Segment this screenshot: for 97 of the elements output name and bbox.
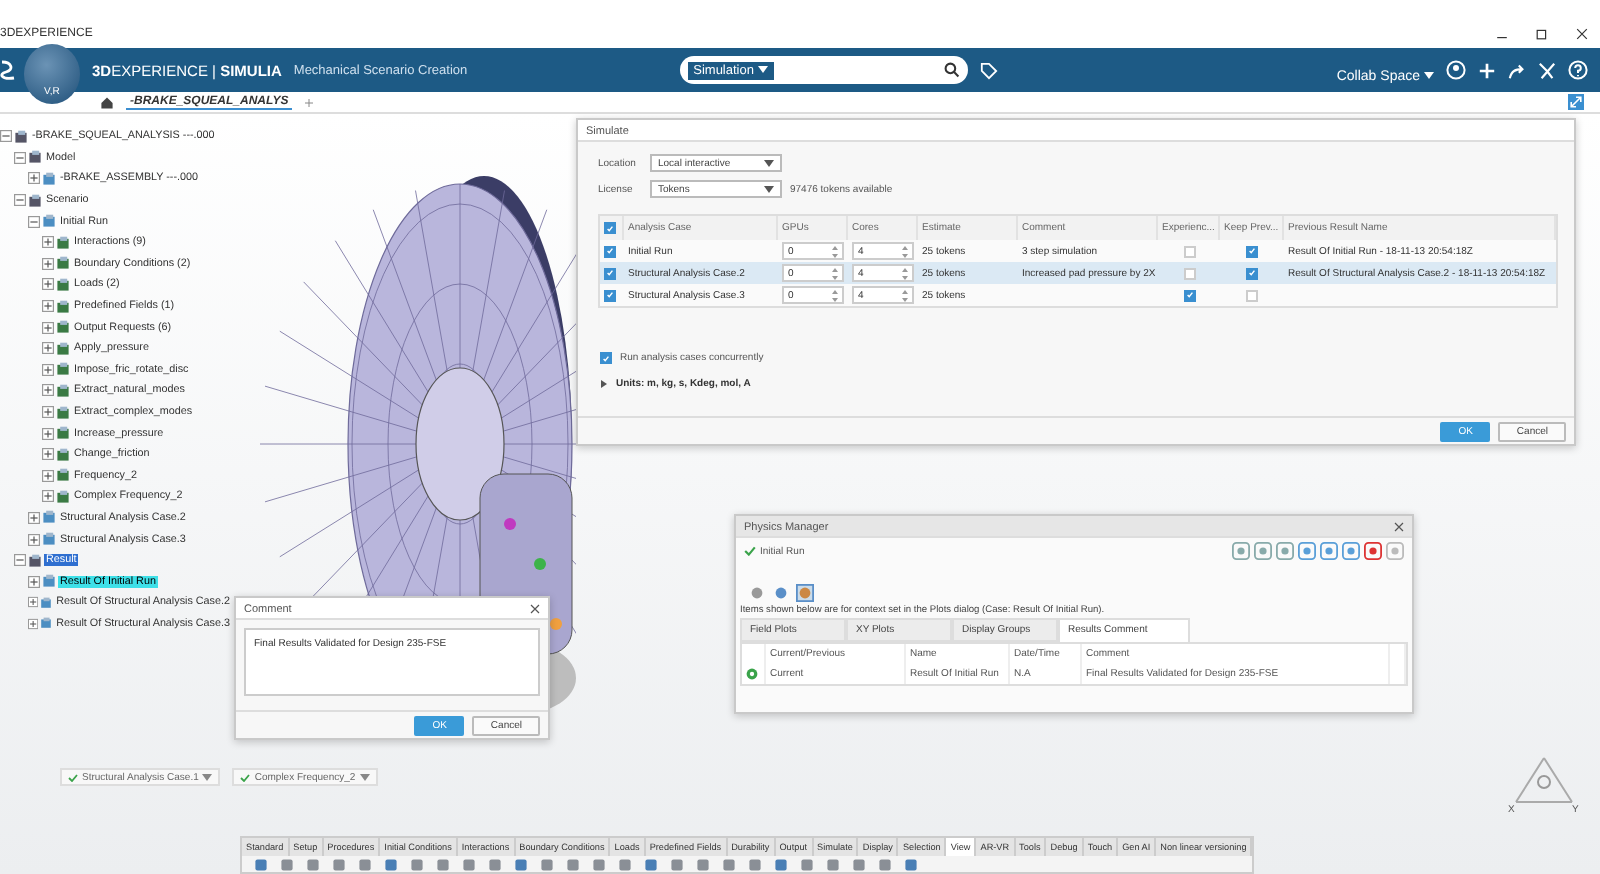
expand-icon[interactable] bbox=[42, 363, 54, 376]
expand-icon[interactable] bbox=[28, 533, 40, 546]
close-icon[interactable] bbox=[530, 604, 540, 614]
expand-icon[interactable] bbox=[28, 511, 40, 524]
node-icon bbox=[56, 426, 70, 441]
node-icon bbox=[56, 405, 70, 420]
tag-icon[interactable] bbox=[979, 61, 998, 79]
spinner-arrows-icon[interactable] bbox=[902, 267, 908, 279]
node-icon bbox=[42, 532, 56, 547]
expand-icon[interactable] bbox=[42, 257, 54, 270]
toolbar-icon[interactable] bbox=[1364, 542, 1382, 560]
expand-icon[interactable] bbox=[600, 380, 608, 388]
spinner-arrows-icon[interactable] bbox=[832, 289, 838, 301]
close-icon[interactable] bbox=[1576, 28, 1588, 40]
node-icon bbox=[56, 341, 70, 356]
caret-icon bbox=[764, 185, 774, 193]
caret-icon bbox=[202, 773, 213, 781]
expand-icon[interactable] bbox=[42, 278, 54, 291]
node-icon bbox=[40, 616, 53, 631]
expand-icon[interactable] bbox=[42, 321, 54, 334]
caret-icon bbox=[764, 159, 774, 167]
restore-icon[interactable] bbox=[1536, 28, 1548, 40]
search-icon[interactable] bbox=[943, 62, 960, 78]
close-icon[interactable] bbox=[1394, 522, 1404, 532]
node-icon bbox=[42, 171, 56, 186]
caret-icon bbox=[359, 773, 370, 781]
node-icon bbox=[42, 214, 56, 229]
expand-icon[interactable] bbox=[42, 427, 54, 440]
checkmark-icon bbox=[744, 546, 756, 556]
checkbox[interactable] bbox=[604, 267, 616, 279]
toolbar-icon[interactable] bbox=[1298, 542, 1316, 560]
help-icon[interactable] bbox=[1568, 60, 1588, 80]
toolbar-icon[interactable] bbox=[1342, 542, 1360, 560]
spinner-arrows-icon[interactable] bbox=[902, 245, 908, 257]
view-icon[interactable] bbox=[796, 584, 814, 602]
node-icon bbox=[56, 383, 70, 398]
toolbar-icon[interactable] bbox=[1232, 542, 1250, 560]
node-icon bbox=[42, 574, 56, 589]
checkbox[interactable] bbox=[604, 289, 616, 301]
node-icon bbox=[56, 320, 70, 335]
toolbar-icon[interactable] bbox=[1254, 542, 1272, 560]
node-icon bbox=[56, 447, 70, 462]
caret-icon bbox=[757, 66, 768, 74]
expand-icon[interactable] bbox=[42, 342, 54, 355]
expand-icon[interactable] bbox=[28, 596, 39, 609]
node-icon bbox=[28, 553, 42, 568]
collapse-icon[interactable] bbox=[14, 151, 26, 164]
node-icon bbox=[56, 362, 70, 377]
spinner-arrows-icon[interactable] bbox=[832, 245, 838, 257]
collapse-icon[interactable] bbox=[0, 130, 12, 143]
node-icon bbox=[40, 595, 53, 610]
tools-icon[interactable] bbox=[1538, 61, 1556, 79]
collapse-icon[interactable] bbox=[28, 215, 40, 228]
fullscreen-icon[interactable] bbox=[1568, 94, 1584, 110]
spinner-arrows-icon[interactable] bbox=[832, 267, 838, 279]
collapse-icon[interactable] bbox=[14, 194, 26, 207]
toolbar-icon[interactable] bbox=[1276, 542, 1294, 560]
expand-icon[interactable] bbox=[42, 236, 54, 249]
node-icon bbox=[56, 277, 70, 292]
expand-icon[interactable] bbox=[42, 406, 54, 419]
node-icon bbox=[56, 235, 70, 250]
toolbar-icon[interactable] bbox=[1320, 542, 1338, 560]
node-icon bbox=[14, 129, 28, 144]
caret-icon bbox=[1424, 72, 1434, 80]
checkbox[interactable] bbox=[604, 222, 616, 234]
spinner-arrows-icon[interactable] bbox=[902, 289, 908, 301]
checkmark-icon bbox=[68, 773, 78, 781]
node-icon bbox=[42, 510, 56, 525]
checkbox[interactable] bbox=[1246, 289, 1258, 301]
expand-icon[interactable] bbox=[42, 384, 54, 397]
checkbox[interactable] bbox=[1183, 245, 1195, 257]
node-icon bbox=[28, 193, 42, 208]
expand-icon[interactable] bbox=[42, 300, 54, 313]
node-icon bbox=[56, 256, 70, 271]
checkbox[interactable] bbox=[1183, 267, 1195, 279]
node-icon bbox=[56, 489, 70, 504]
logo-icon bbox=[0, 58, 20, 82]
node-icon bbox=[56, 299, 70, 314]
toolbar-icon[interactable] bbox=[1386, 542, 1404, 560]
expand-icon[interactable] bbox=[28, 617, 39, 630]
checkbox[interactable] bbox=[1246, 267, 1258, 279]
node-icon bbox=[56, 468, 70, 483]
checkbox[interactable] bbox=[604, 245, 616, 257]
share-icon[interactable] bbox=[1508, 61, 1526, 79]
checkmark-icon bbox=[240, 773, 251, 781]
checkbox[interactable] bbox=[600, 352, 612, 364]
collapse-icon[interactable] bbox=[14, 554, 26, 567]
expand-icon[interactable] bbox=[28, 172, 40, 185]
status-dot-icon bbox=[746, 668, 758, 680]
checkbox[interactable] bbox=[1183, 289, 1195, 301]
expand-icon[interactable] bbox=[42, 490, 54, 503]
checkbox[interactable] bbox=[1246, 245, 1258, 257]
node-icon bbox=[28, 150, 42, 165]
expand-icon[interactable] bbox=[42, 469, 54, 482]
expand-icon[interactable] bbox=[42, 448, 54, 461]
user-icon[interactable] bbox=[1446, 60, 1466, 80]
expand-icon[interactable] bbox=[28, 575, 40, 588]
